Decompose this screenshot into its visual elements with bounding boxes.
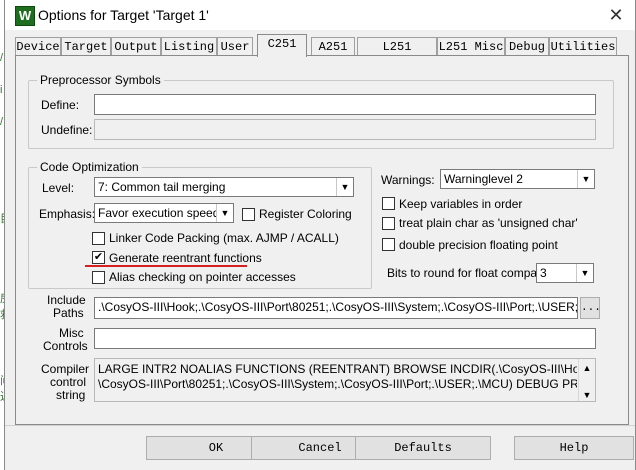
browse-include-button[interactable]: ...: [580, 297, 601, 319]
warnings-value: Warninglevel 2: [444, 172, 523, 186]
window-title: Options for Target 'Target 1': [38, 7, 209, 23]
title-bar[interactable]: W Options for Target 'Target 1' ✕: [5, 0, 635, 30]
tab-listing[interactable]: Listing: [161, 37, 217, 56]
compiler-control-string: LARGE INTR2 NOALIAS FUNCTIONS (REENTRANT…: [94, 358, 596, 402]
include-label: Include: [47, 293, 86, 307]
alias-checkbox[interactable]: [92, 271, 105, 284]
bits-round-value: 3: [540, 266, 547, 280]
tab-a251[interactable]: A251: [311, 37, 355, 56]
register-coloring-label: Register Coloring: [259, 207, 352, 221]
register-coloring-checkbox[interactable]: [242, 208, 255, 221]
tab-target[interactable]: Target: [61, 37, 111, 56]
misc-label-2: Controls: [43, 339, 88, 353]
tab-debug[interactable]: Debug: [505, 37, 549, 56]
emphasis-value: Favor execution speed: [98, 206, 220, 220]
define-input[interactable]: [94, 94, 596, 115]
bits-round-select[interactable]: 3 ▼: [536, 263, 594, 283]
emphasis-select[interactable]: Favor execution speed ▼: [94, 203, 234, 223]
level-label: Level:: [42, 181, 75, 195]
double-precision-label: double precision floating point: [399, 238, 558, 252]
warnings-label: Warnings:: [381, 173, 435, 187]
reentrant-label: Generate reentrant functions: [109, 251, 262, 265]
bits-round-label: Bits to round for float compare:: [387, 266, 552, 280]
alias-label: Alias checking on pointer accesses: [109, 270, 296, 284]
undefine-label: Undefine:: [41, 123, 93, 137]
include-paths-input[interactable]: .\CosyOS-III\Hook;.\CosyOS-III\Port\8025…: [94, 297, 578, 319]
keep-vars-checkbox[interactable]: [382, 197, 395, 210]
tab-user[interactable]: User: [217, 37, 253, 56]
level-value: 7: Common tail merging: [98, 180, 226, 194]
plain-char-label: treat plain char as 'unsigned char': [399, 216, 578, 230]
tab-utilities[interactable]: Utilities: [549, 37, 617, 56]
tab-output[interactable]: Output: [111, 37, 161, 56]
undefine-input[interactable]: [94, 119, 596, 140]
compiler-line-2: \CosyOS-III\Port\80251;.\CosyOS-III\Syst…: [98, 377, 577, 391]
keep-vars-label: Keep variables in order: [399, 197, 523, 211]
emphasis-label: Emphasis:: [39, 207, 96, 221]
tab-device[interactable]: Device: [15, 37, 61, 56]
scroll-up-icon[interactable]: ▲: [579, 361, 595, 376]
compiler-line-1: LARGE INTR2 NOALIAS FUNCTIONS (REENTRANT…: [98, 362, 577, 376]
double-precision-checkbox[interactable]: [382, 238, 395, 251]
compiler-scrollbar[interactable]: ▲ ▼: [578, 359, 595, 401]
chevron-down-icon[interactable]: ▼: [576, 264, 593, 282]
help-button[interactable]: Help: [514, 436, 634, 460]
level-select[interactable]: 7: Common tail merging ▼: [94, 177, 354, 197]
chevron-down-icon[interactable]: ▼: [216, 204, 233, 222]
tab-c251[interactable]: C251: [257, 34, 307, 57]
misc-controls-input[interactable]: [94, 328, 596, 349]
misc-label: Misc: [59, 326, 84, 340]
defaults-button[interactable]: Defaults: [355, 436, 491, 460]
options-dialog: W Options for Target 'Target 1' ✕ Device…: [4, 0, 636, 470]
tab-l251-misc[interactable]: L251 Misc: [437, 37, 505, 56]
linker-packing-label: Linker Code Packing (max. AJMP / ACALL): [109, 231, 339, 245]
tab-l251-locate[interactable]: L251 Locate: [357, 37, 437, 72]
include-label-2: Paths: [53, 306, 84, 320]
app-icon: W: [15, 6, 35, 26]
define-label: Define:: [41, 98, 80, 112]
divider: [5, 425, 635, 426]
chevron-down-icon[interactable]: ▼: [336, 178, 353, 196]
plain-char-checkbox[interactable]: [382, 217, 395, 230]
close-icon[interactable]: ✕: [605, 4, 627, 26]
preprocessor-title: Preprocessor Symbols: [37, 73, 164, 87]
warnings-select[interactable]: Warninglevel 2 ▼: [440, 169, 595, 189]
reentrant-checkbox[interactable]: ✔: [92, 251, 105, 264]
chevron-down-icon[interactable]: ▼: [577, 170, 594, 188]
compiler-label: Compiler: [41, 362, 90, 376]
linker-packing-checkbox[interactable]: [92, 232, 105, 245]
scroll-down-icon[interactable]: ▼: [579, 388, 595, 401]
code-optimization-title: Code Optimization: [37, 160, 142, 174]
compiler-label-3: string: [56, 388, 86, 402]
compiler-label-2: control: [50, 375, 87, 389]
red-annotation-underline: [85, 265, 247, 267]
